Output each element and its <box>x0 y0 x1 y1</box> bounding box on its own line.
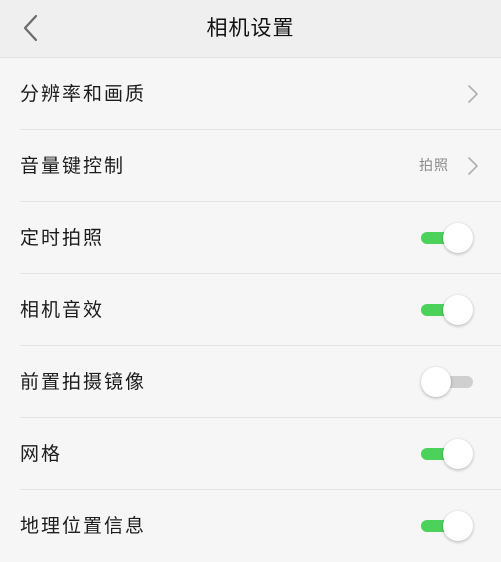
front-mirror-toggle[interactable] <box>421 367 473 397</box>
page-title: 相机设置 <box>206 16 295 40</box>
camera-sound-toggle[interactable] <box>421 295 473 325</box>
toggle-knob <box>443 439 473 469</box>
grid-toggle[interactable] <box>421 439 473 469</box>
setting-label: 音量键控制 <box>20 155 126 177</box>
top-bar: 相机设置 <box>0 0 501 58</box>
setting-camera-sound: 相机音效 <box>0 274 501 346</box>
setting-label: 定时拍照 <box>20 227 105 249</box>
toggle-knob <box>443 223 473 253</box>
toggle-knob <box>443 295 473 325</box>
toggle-knob <box>443 511 473 541</box>
setting-front-mirror: 前置拍摄镜像 <box>0 346 501 418</box>
timer-photo-toggle[interactable] <box>421 223 473 253</box>
setting-location-info: 地理位置信息 <box>0 490 501 562</box>
toggle-knob <box>421 367 451 397</box>
settings-list: 分辨率和画质 音量键控制 拍照 定时拍照 相机音效 前置拍摄镜像 网格 地理位置… <box>0 58 501 562</box>
setting-timer-photo: 定时拍照 <box>0 202 501 274</box>
chevron-right-icon <box>468 85 478 103</box>
setting-grid: 网格 <box>0 418 501 490</box>
setting-resolution-quality[interactable]: 分辨率和画质 <box>0 58 501 130</box>
setting-label: 前置拍摄镜像 <box>20 371 147 393</box>
setting-volume-key-control[interactable]: 音量键控制 拍照 <box>0 130 501 202</box>
setting-label: 分辨率和画质 <box>20 83 147 105</box>
setting-label: 网格 <box>20 443 63 465</box>
location-info-toggle[interactable] <box>421 511 473 541</box>
setting-label: 相机音效 <box>20 299 105 321</box>
setting-label: 地理位置信息 <box>20 515 147 537</box>
chevron-right-icon <box>468 157 478 175</box>
setting-value: 拍照 <box>419 158 449 174</box>
